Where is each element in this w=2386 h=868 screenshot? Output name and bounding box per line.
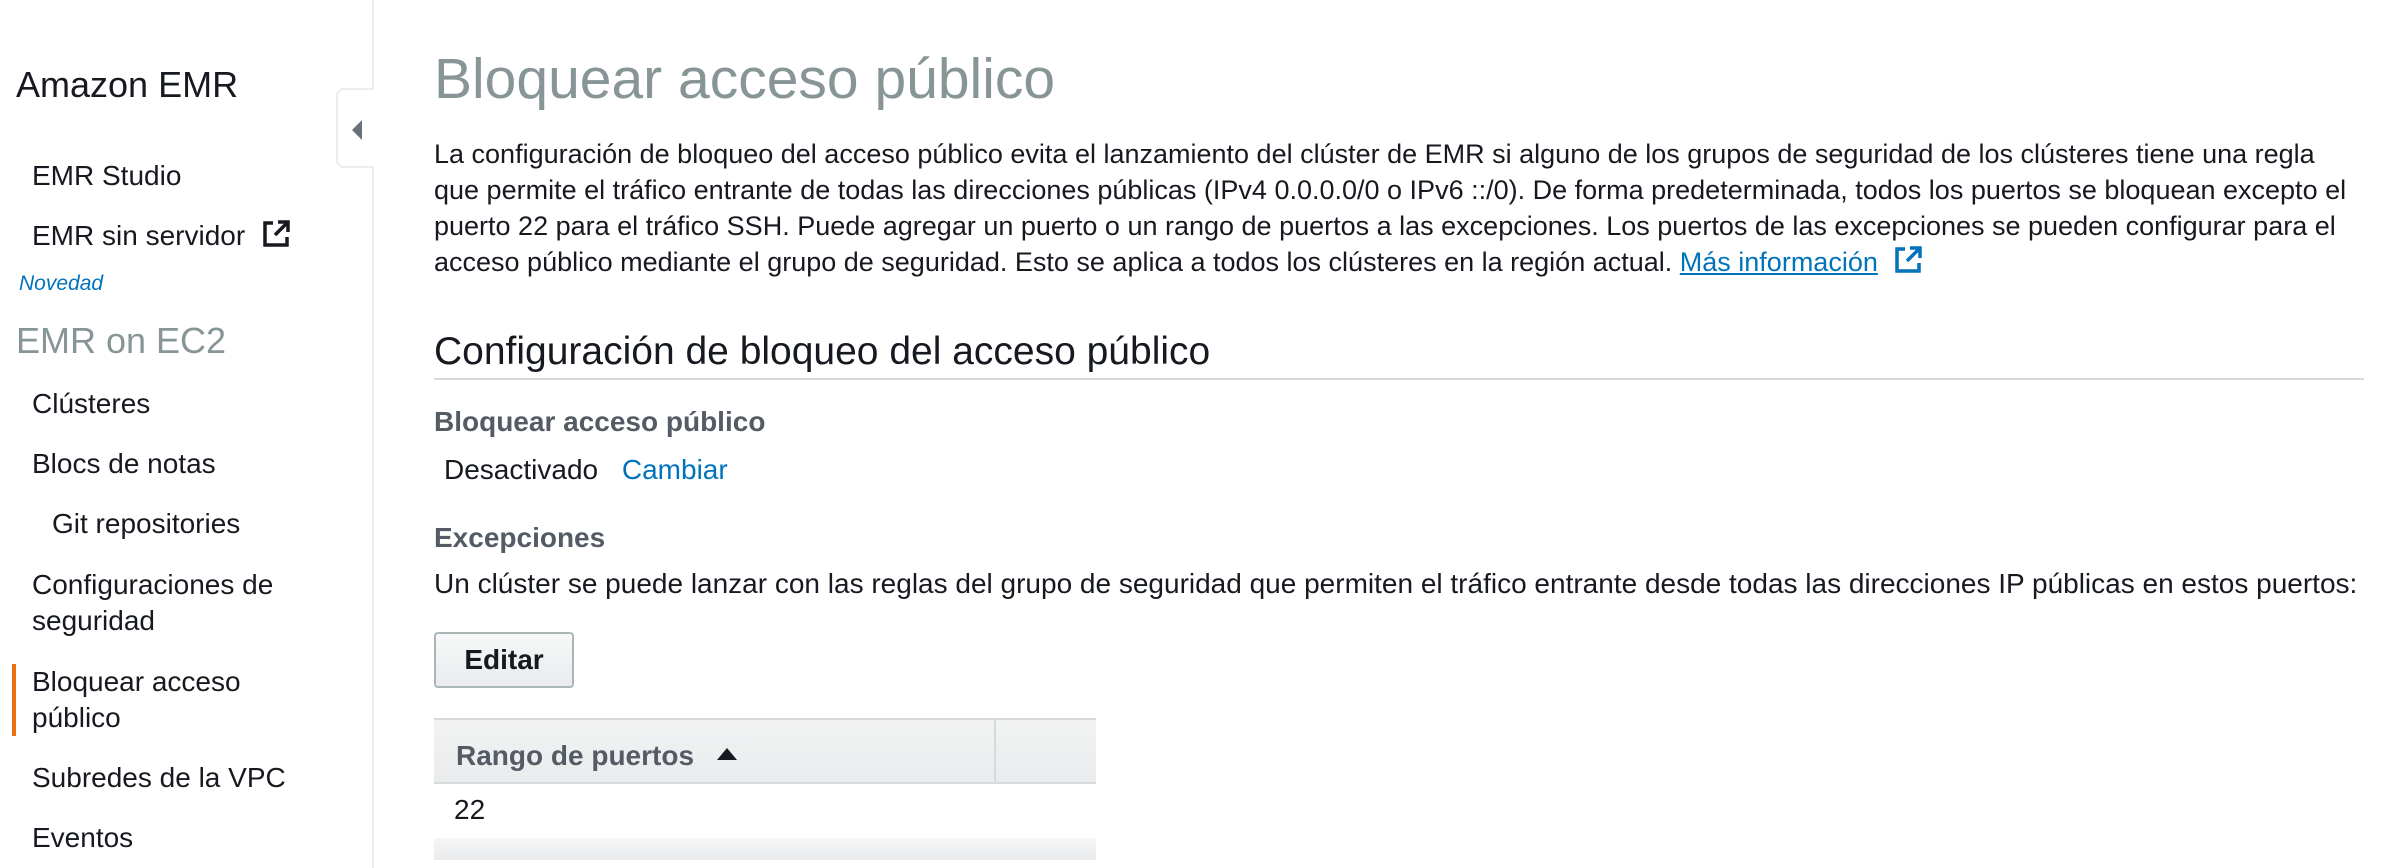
sidebar-item-label: EMR Studio [32,160,182,191]
section-divider [434,378,2364,380]
block-status-row: Desactivado Cambiar [444,452,728,488]
table-header: Rango de puertos [434,718,1096,784]
sidebar-item-clusters[interactable]: Clústeres [32,386,150,422]
config-section-title: Configuración de bloqueo del acceso públ… [434,330,1211,373]
app-window: Amazon EMR EMR Studio EMR sin servidor N… [0,0,2386,868]
sidebar: Amazon EMR EMR Studio EMR sin servidor N… [0,0,374,868]
column-divider [994,720,996,782]
page-title: Bloquear acceso público [434,47,1056,111]
sidebar-item-label: EMR sin servidor [32,220,246,251]
sidebar-section-emr-on-ec2: EMR on EC2 [16,320,227,361]
column-header-label: Rango de puertos [456,740,695,771]
sort-ascending-icon [716,736,738,768]
sidebar-item-label: Bloquear acceso público [32,666,241,733]
sidebar-item-git-repositories[interactable]: Git repositories [52,506,240,542]
caret-left-icon [352,120,362,140]
intro-paragraph: La configuración de bloqueo del acceso p… [434,136,2364,284]
column-header-port-range[interactable]: Rango de puertos [456,736,738,772]
sidebar-item-emr-serverless[interactable]: EMR sin servidor [32,218,291,258]
intro-text: La configuración de bloqueo del acceso p… [434,139,2347,277]
sidebar-item-block-public-access[interactable]: Bloquear acceso público [12,664,292,736]
port-range-cell: 22 [454,794,486,825]
block-status-value: Desactivado [444,454,599,485]
collapse-sidebar-button[interactable] [336,88,374,168]
learn-more-label: Más información [1679,247,1878,277]
table-footer [434,838,1096,860]
external-link-icon [261,219,291,258]
block-public-access-label: Bloquear acceso público [434,406,766,437]
change-link[interactable]: Cambiar [622,454,728,485]
exceptions-description: Un clúster se puede lanzar con las regla… [434,568,2358,599]
sidebar-item-label: Subredes de la VPC [32,762,286,793]
sidebar-item-events[interactable]: Eventos [32,820,133,856]
sidebar-item-security-configurations[interactable]: Configuraciones de seguridad [32,567,332,639]
port-ranges-table: Rango de puertos 22 [434,718,1096,860]
sidebar-item-label: Clústeres [32,388,151,419]
sidebar-item-label: Configuraciones de seguridad [32,569,274,636]
sidebar-title[interactable]: Amazon EMR [16,64,238,106]
table-row: 22 [434,784,1096,838]
external-link-icon[interactable] [1893,245,1923,284]
sidebar-item-label: Blocs de notas [32,448,216,479]
sidebar-item-label: Eventos [32,822,134,853]
new-badge: Novedad [19,272,104,295]
sidebar-item-emr-studio[interactable]: EMR Studio [32,158,181,194]
edit-button[interactable]: Editar [434,632,574,688]
learn-more-link[interactable]: Más información [1680,247,1878,277]
sidebar-item-label: Git repositories [52,508,241,539]
exceptions-label: Excepciones [434,522,606,553]
sidebar-item-vpc-subnets[interactable]: Subredes de la VPC [32,760,286,796]
sidebar-item-notebooks[interactable]: Blocs de notas [32,446,216,482]
main-content: Bloquear acceso público La configuración… [434,0,2374,868]
